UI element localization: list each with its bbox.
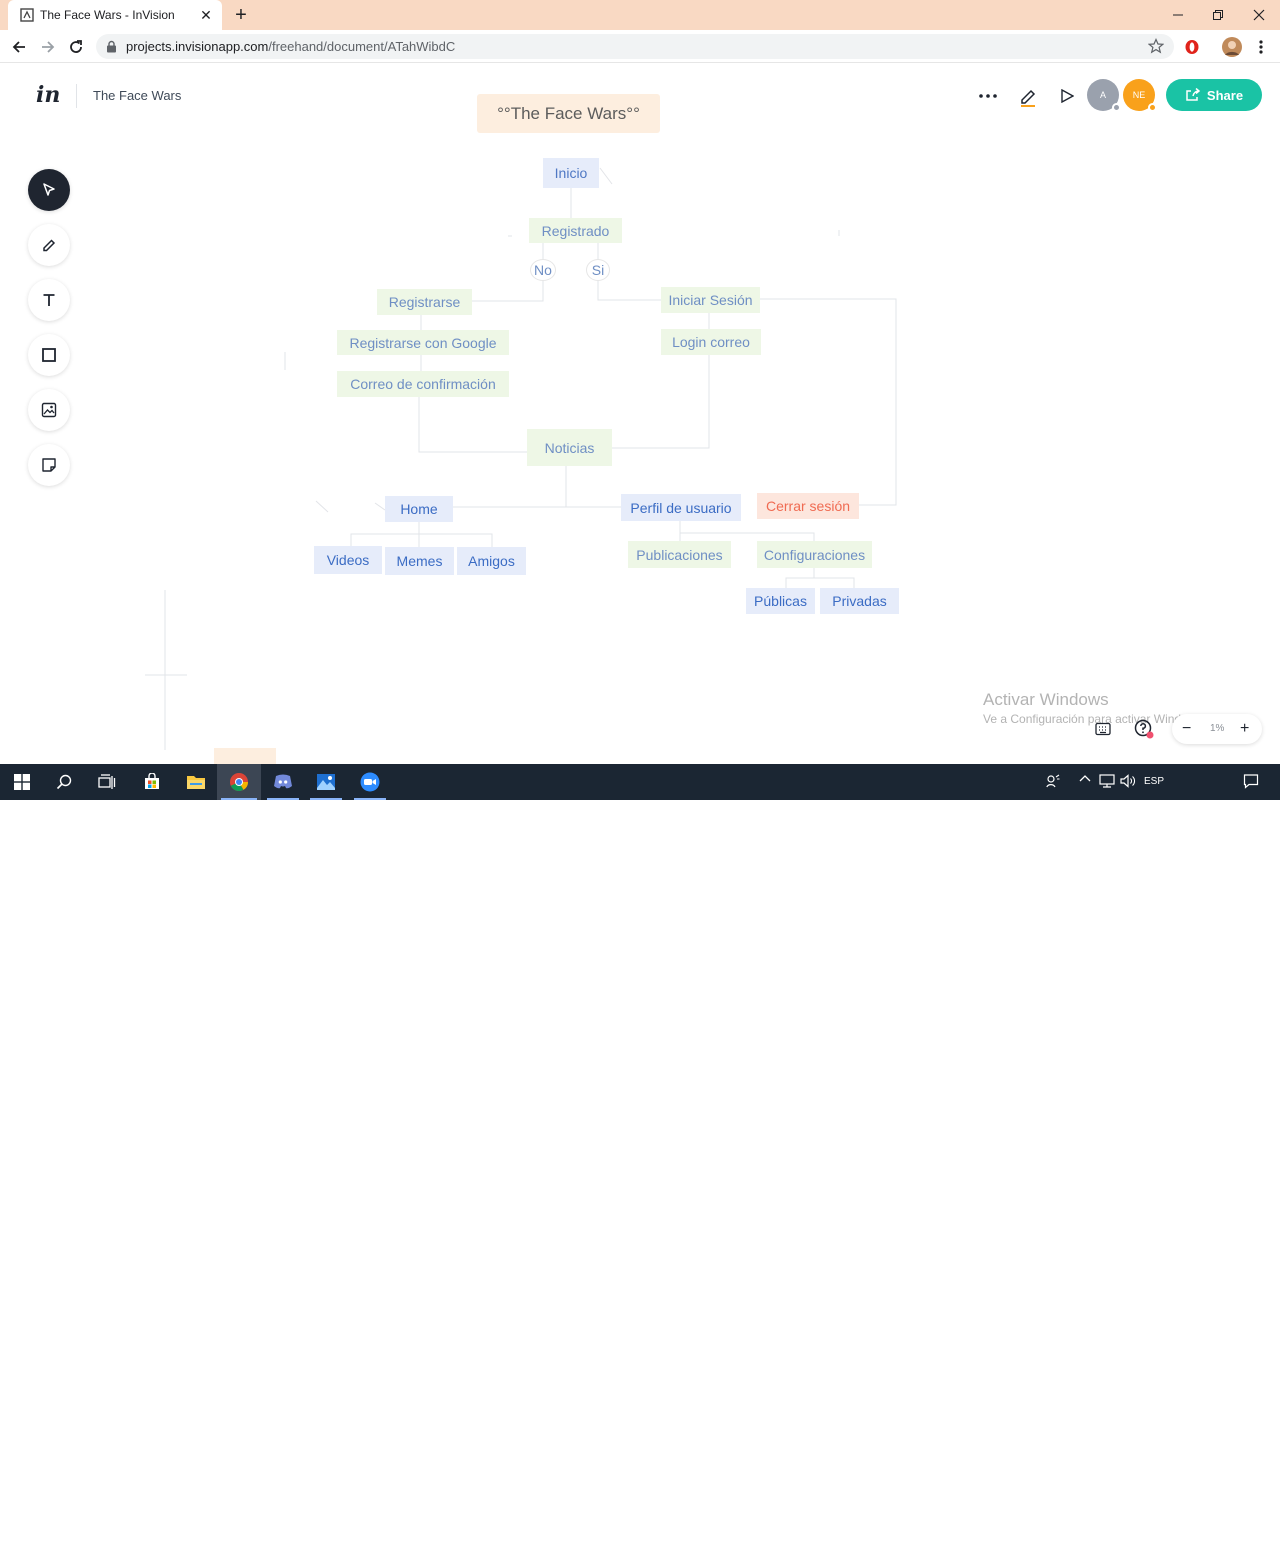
node-perfil-usuario[interactable]: Perfil de usuario bbox=[621, 494, 741, 521]
store-icon bbox=[145, 773, 159, 789]
node-login-correo[interactable]: Login correo bbox=[661, 329, 761, 355]
url-path: /freehand/document/ATahWibdC bbox=[268, 39, 456, 54]
network-tray-icon[interactable] bbox=[1098, 774, 1116, 788]
close-icon bbox=[1253, 9, 1265, 21]
node-noticias[interactable]: Noticias bbox=[527, 429, 612, 466]
windows-taskbar: ESP 13:05 25-05-2020 bbox=[0, 764, 1280, 1559]
node-registrarse-google[interactable]: Registrarse con Google bbox=[337, 330, 509, 355]
search-icon bbox=[56, 774, 72, 790]
node-videos[interactable]: Videos bbox=[314, 546, 382, 574]
invision-favicon-icon bbox=[20, 8, 34, 22]
people-icon bbox=[1046, 774, 1060, 788]
chrome-app[interactable] bbox=[217, 764, 261, 800]
discord-app[interactable] bbox=[261, 764, 305, 800]
windows-logo-icon bbox=[14, 774, 30, 790]
input-language[interactable]: ESP bbox=[1142, 776, 1166, 787]
task-view-icon bbox=[98, 774, 116, 789]
minimize-icon bbox=[1173, 14, 1183, 16]
zoom-in-button[interactable]: + bbox=[1240, 720, 1249, 738]
activation-watermark-title: Activar Windows bbox=[983, 690, 1109, 709]
minimize-button[interactable] bbox=[1157, 0, 1199, 30]
address-bar[interactable]: projects.invisionapp.com/freehand/docume… bbox=[96, 34, 1174, 59]
video-camera-icon bbox=[360, 772, 380, 792]
show-hidden-icons[interactable] bbox=[1078, 774, 1092, 782]
photos-icon bbox=[317, 774, 335, 790]
node-home[interactable]: Home bbox=[385, 496, 453, 522]
node-si[interactable]: Si bbox=[586, 259, 610, 281]
node-registrado[interactable]: Registrado bbox=[529, 218, 622, 243]
reload-button[interactable] bbox=[64, 35, 88, 59]
network-icon bbox=[1099, 774, 1115, 788]
forward-button[interactable] bbox=[36, 35, 60, 59]
node-publicas[interactable]: Públicas bbox=[746, 588, 815, 614]
browser-tab-strip: The Face Wars - InVision ✕ + bbox=[0, 0, 1280, 30]
zoom-meetings-app[interactable] bbox=[348, 764, 392, 800]
back-button[interactable] bbox=[7, 35, 31, 59]
restore-button[interactable] bbox=[1197, 0, 1239, 30]
store-app[interactable] bbox=[130, 764, 174, 800]
clock-date[interactable]: 25-05-2020 bbox=[1176, 1548, 1227, 1559]
node-iniciar-sesion[interactable]: Iniciar Sesión bbox=[661, 287, 760, 313]
browser-toolbar: projects.invisionapp.com/freehand/docume… bbox=[0, 30, 1280, 63]
url-host: projects.invisionapp.com bbox=[126, 39, 269, 54]
search-button[interactable] bbox=[42, 764, 86, 800]
keyboard-icon bbox=[1095, 722, 1111, 736]
speaker-icon bbox=[1120, 774, 1135, 788]
help-icon bbox=[1134, 719, 1154, 739]
people-tray-icon[interactable] bbox=[1044, 774, 1062, 788]
tab-title: The Face Wars - InVision bbox=[40, 8, 175, 22]
folder-icon bbox=[187, 776, 205, 789]
keyboard-shortcuts-button[interactable] bbox=[1092, 718, 1114, 740]
volume-tray-icon[interactable] bbox=[1119, 774, 1137, 788]
profile-avatar-icon bbox=[1222, 37, 1242, 57]
tab-close-icon[interactable]: ✕ bbox=[198, 7, 214, 23]
browser-menu-button[interactable] bbox=[1249, 35, 1273, 59]
profile-avatar-button[interactable] bbox=[1220, 35, 1244, 59]
action-center-button[interactable] bbox=[1241, 773, 1261, 789]
chrome-icon bbox=[230, 773, 248, 792]
node-amigos[interactable]: Amigos bbox=[457, 547, 526, 575]
node-correo-confirmacion[interactable]: Correo de confirmación bbox=[337, 371, 509, 397]
task-view-button[interactable] bbox=[85, 764, 129, 800]
node-registrarse[interactable]: Registrarse bbox=[377, 289, 472, 315]
notification-icon bbox=[1243, 774, 1259, 789]
node-memes[interactable]: Memes bbox=[385, 547, 454, 575]
lock-icon bbox=[107, 40, 116, 53]
chevron-up-icon bbox=[1079, 775, 1091, 782]
photos-app[interactable] bbox=[304, 764, 348, 800]
node-privadas[interactable]: Privadas bbox=[820, 588, 899, 614]
new-tab-button[interactable]: + bbox=[230, 4, 252, 26]
opera-icon bbox=[1185, 40, 1199, 54]
zoom-level[interactable]: 1% bbox=[1210, 723, 1224, 734]
close-window-button[interactable] bbox=[1238, 0, 1280, 30]
zoom-control: − 1% + bbox=[1172, 714, 1262, 744]
bookmark-star-icon[interactable] bbox=[1148, 38, 1164, 54]
restore-icon bbox=[1213, 10, 1223, 20]
diagram-connectors bbox=[145, 167, 897, 750]
kebab-menu-icon bbox=[1259, 40, 1263, 54]
clock-time[interactable]: 13:05 bbox=[1189, 1532, 1214, 1543]
browser-tab[interactable]: The Face Wars - InVision ✕ bbox=[8, 0, 222, 30]
zoom-out-button[interactable]: − bbox=[1182, 720, 1191, 738]
diagram-title-note[interactable]: °°The Face Wars°° bbox=[477, 94, 660, 133]
offscreen-sticky-note[interactable] bbox=[214, 748, 276, 764]
node-publicaciones[interactable]: Publicaciones bbox=[628, 541, 731, 568]
file-explorer-app[interactable] bbox=[174, 764, 218, 800]
node-cerrar-sesion[interactable]: Cerrar sesión bbox=[757, 493, 859, 519]
node-configuraciones[interactable]: Configuraciones bbox=[757, 541, 872, 568]
discord-icon bbox=[274, 774, 292, 789]
arrow-left-icon bbox=[12, 41, 25, 53]
help-button[interactable] bbox=[1133, 718, 1155, 740]
reload-icon bbox=[70, 40, 82, 53]
opera-extension-button[interactable] bbox=[1180, 35, 1204, 59]
arrow-right-icon bbox=[42, 41, 55, 53]
node-no[interactable]: No bbox=[530, 259, 556, 281]
start-button[interactable] bbox=[0, 764, 44, 800]
url-text: projects.invisionapp.com/freehand/docume… bbox=[126, 39, 455, 54]
node-inicio[interactable]: Inicio bbox=[543, 158, 599, 188]
